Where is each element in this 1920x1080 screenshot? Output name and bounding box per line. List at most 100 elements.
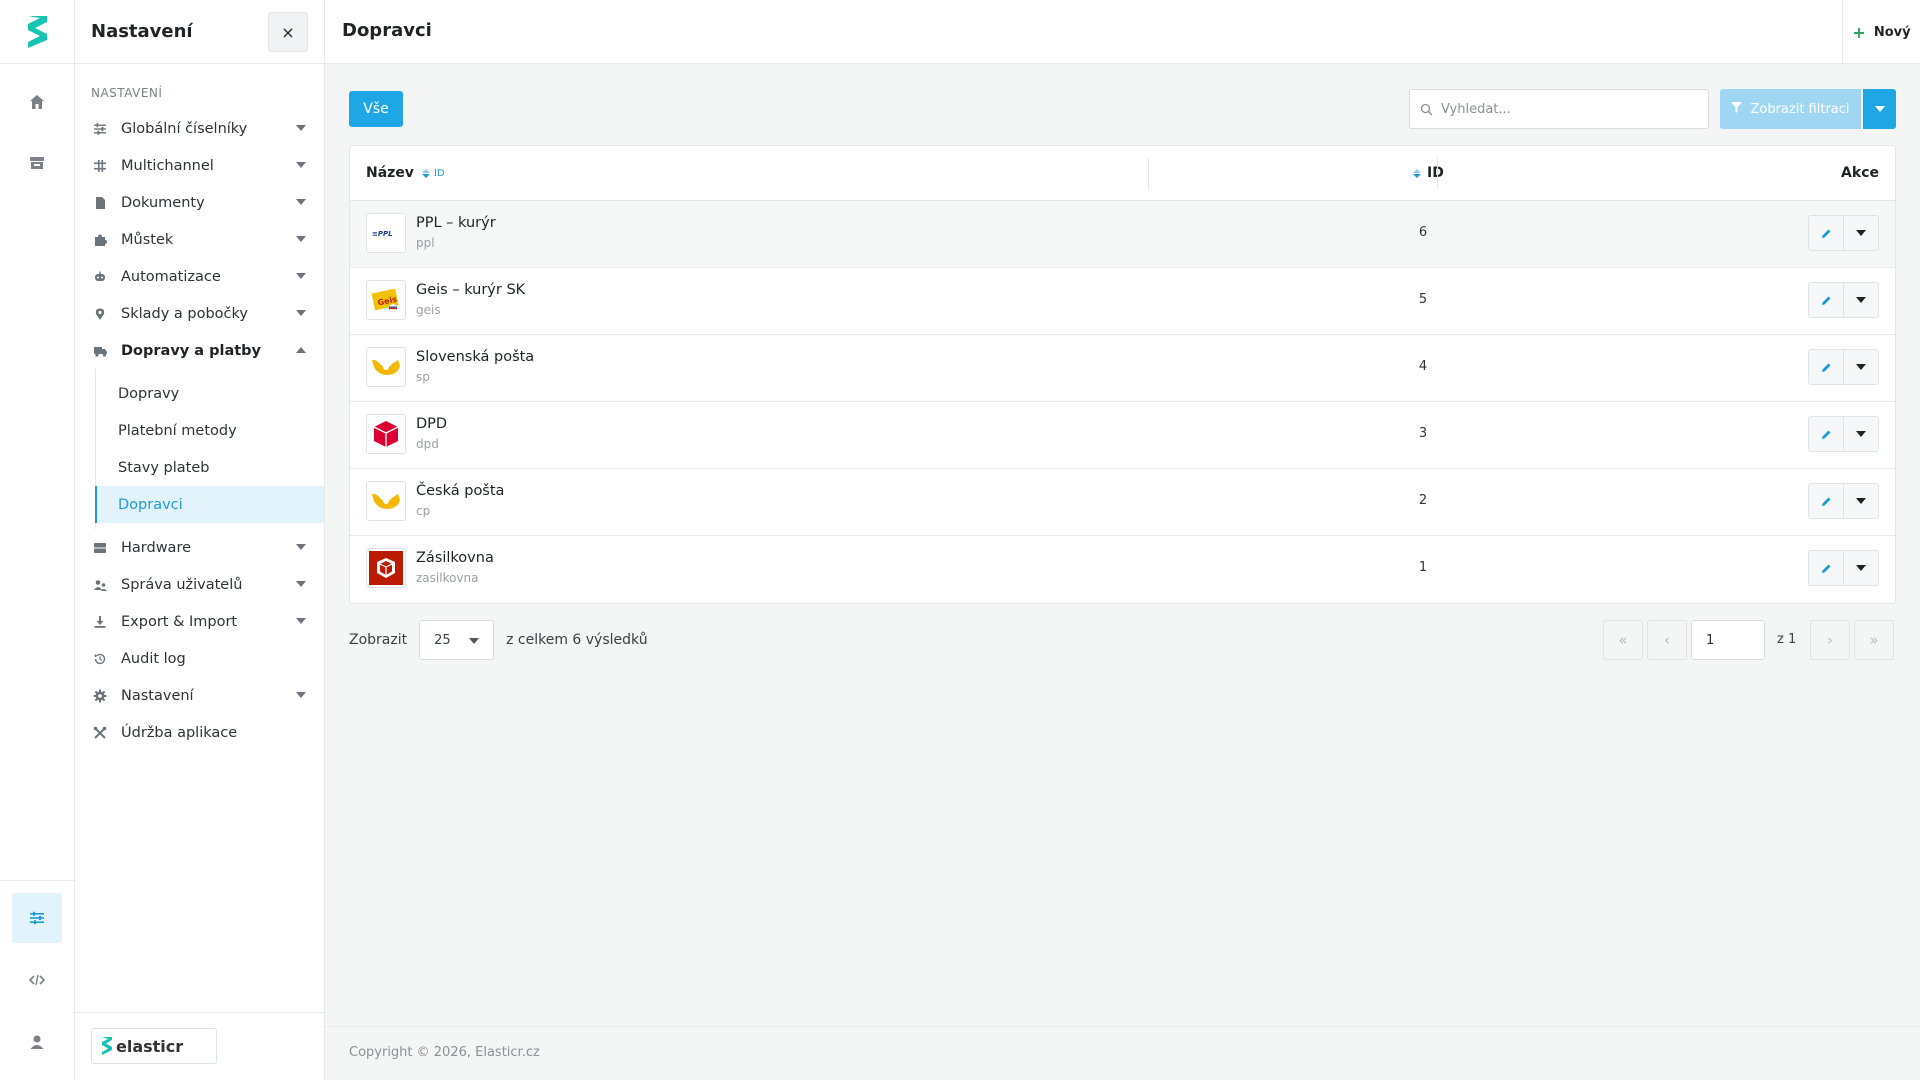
divider [0,880,74,881]
edit-button[interactable] [1808,282,1844,318]
sidebar-item-hardware[interactable]: Hardware [75,529,324,566]
brand-name: elasticr [116,1036,184,1056]
table-row[interactable]: Zásilkovna zasilkovna 1 [350,536,1895,603]
filter-dropdown-toggle[interactable] [1863,89,1896,129]
user-icon[interactable] [12,1017,62,1067]
carrier-name[interactable]: Česká pošta [416,483,504,499]
carrier-id: 2 [1418,493,1428,508]
channels-icon [91,157,109,175]
prev-page-button[interactable]: ‹ [1647,620,1687,660]
brand-logo[interactable]: elasticr [91,1028,217,1064]
carrier-name[interactable]: DPD [416,416,447,432]
chevron-down-icon [1856,230,1866,236]
sidebar-item-global-codelists[interactable]: Globální číselníky [75,110,324,147]
carrier-id: 6 [1418,225,1428,240]
row-actions-dropdown[interactable] [1843,550,1879,586]
sidebar-item-multichannel[interactable]: Multichannel [75,147,324,184]
horn-logo [366,481,406,521]
table-row[interactable]: Geis Geis – kurýr SK geis 5 [350,268,1895,335]
page-size-control: Zobrazit 25 z celkem 6 výsledků [349,620,648,660]
table-row[interactable]: DPD dpd 3 [350,402,1895,469]
pencil-icon [1821,564,1830,573]
pencil-icon [1821,296,1830,305]
carrier-name[interactable]: Zásilkovna [416,550,494,566]
carrier-id: 1 [1418,560,1428,575]
sidebar-subitem-carriers[interactable]: Dopravci [95,486,324,523]
edit-button[interactable] [1808,483,1844,519]
sidebar-item-audit-log[interactable]: Audit log [75,640,324,677]
table-row[interactable]: Česká pošta cp 2 [350,469,1895,536]
show-filter-button[interactable]: Zobrazit filtraci [1720,89,1861,129]
store-icon[interactable] [12,138,62,188]
sidebar-item-maintenance[interactable]: Údržba aplikace [75,714,324,751]
sidebar-item-warehouses[interactable]: Sklady a pobočky [75,295,324,332]
sidebar-item-label: Můstek [121,231,174,248]
tools-icon [91,724,109,742]
sidebar-item-bridge[interactable]: Můstek [75,221,324,258]
puzzle-icon [91,231,109,249]
sidebar-item-label: Sklady a pobočky [121,305,248,322]
carrier-code: zasilkovna [416,571,479,585]
close-sidebar-button[interactable]: × [268,12,308,52]
column-header-name[interactable]: Název ID [366,165,445,181]
settings-sliders-icon[interactable] [12,893,62,943]
map-pin-icon [91,305,109,323]
edit-button[interactable] [1808,550,1844,586]
sidebar-item-documents[interactable]: Dokumenty [75,184,324,221]
code-icon[interactable] [12,955,62,1005]
carrier-id: 5 [1418,292,1428,307]
column-header-actions: Akce [1841,165,1879,181]
robot-icon [91,268,109,286]
carrier-name[interactable]: Geis – kurýr SK [416,282,525,298]
next-page-button[interactable]: › [1810,620,1850,660]
new-button[interactable]: + Nový [1842,0,1920,64]
chevron-down-icon [1874,106,1885,112]
sidebar-item-label: Nastavení [121,687,194,704]
chevron-down-icon [1856,565,1866,571]
edit-button[interactable] [1808,215,1844,251]
row-actions-dropdown[interactable] [1843,483,1879,519]
row-actions-dropdown[interactable] [1843,282,1879,318]
table-row[interactable]: ≡PPL PPL – kurýr ppl 6 [350,201,1895,268]
pencil-icon [1821,497,1830,506]
sidebar-item-export-import[interactable]: Export & Import [75,603,324,640]
home-icon[interactable] [12,77,62,127]
page-size-select[interactable]: 25 [419,620,495,660]
total-results: z celkem 6 výsledků [506,632,648,648]
row-actions-dropdown[interactable] [1843,215,1879,251]
settings-sidebar: Nastavení × NASTAVENÍ Globální číselníky… [75,0,325,1080]
carrier-name[interactable]: PPL – kurýr [416,215,496,231]
search-input[interactable] [1441,101,1701,117]
column-header-name-sub: ID [433,167,445,179]
filter-all-button[interactable]: Vše [349,91,403,127]
sidebar-item-settings[interactable]: Nastavení [75,677,324,714]
sidebar-item-label: Automatizace [121,268,221,285]
sidebar-section-label: NASTAVENÍ [91,86,163,100]
row-actions-dropdown[interactable] [1843,416,1879,452]
elasticr-logo-icon[interactable] [25,14,50,50]
sidebar-item-user-management[interactable]: Správa uživatelů [75,566,324,603]
main-content: Dopravci + Nový Vše Zobrazit filtraci Ná… [325,0,1920,1080]
sort-icon [421,168,430,178]
sidebar-subitem-payment-states[interactable]: Stavy plateb [96,449,324,486]
sidebar-item-automation[interactable]: Automatizace [75,258,324,295]
sidebar-subitem-payment-methods[interactable]: Platební metody [96,412,324,449]
edit-button[interactable] [1808,349,1844,385]
chevron-down-icon [296,273,306,279]
sort-icon [1413,168,1421,178]
sidebar-item-shipping-payments[interactable]: Dopravy a platby [75,332,324,369]
search-box [1409,89,1709,129]
table-row[interactable]: Slovenská pošta sp 4 [350,335,1895,402]
edit-button[interactable] [1808,416,1844,452]
sidebar-item-label: Dopravy a platby [121,342,261,359]
last-page-button[interactable]: » [1854,620,1894,660]
sidebar-item-label: Údržba aplikace [121,724,238,741]
column-header-id-label: ID [1427,165,1444,181]
sidebar-subitem-shipping[interactable]: Dopravy [96,375,324,412]
page-number-input[interactable]: 1 [1691,620,1765,660]
carrier-name[interactable]: Slovenská pošta [416,349,534,365]
first-page-button[interactable]: « [1603,620,1643,660]
carrier-id: 4 [1418,359,1428,374]
row-actions-dropdown[interactable] [1843,349,1879,385]
column-header-id[interactable]: ID [1413,165,1444,181]
